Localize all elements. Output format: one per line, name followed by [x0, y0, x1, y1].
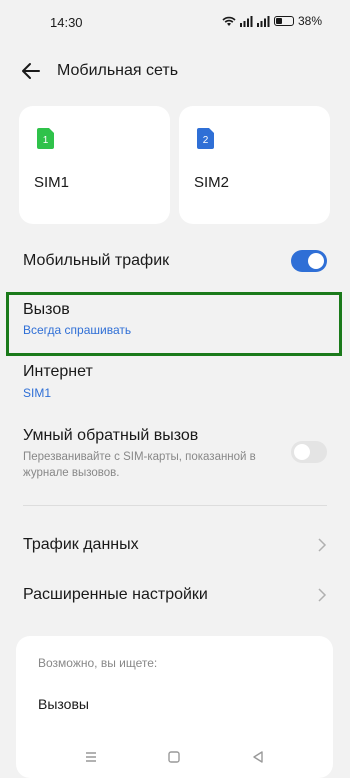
- suggestions-heading: Возможно, вы ищете:: [38, 656, 158, 670]
- chevron-right-icon: [318, 538, 327, 552]
- mobile-traffic-toggle[interactable]: [291, 250, 327, 272]
- toggle-knob: [308, 253, 324, 269]
- back-nav-icon[interactable]: [251, 750, 265, 764]
- call-label[interactable]: Вызов: [23, 301, 70, 319]
- home-nav-icon[interactable]: [167, 750, 181, 764]
- back-arrow-icon[interactable]: [20, 60, 42, 82]
- advanced-settings-label[interactable]: Расширенные настройки: [23, 586, 208, 604]
- smart-callback-toggle[interactable]: [291, 441, 327, 463]
- smart-callback-label: Умный обратный вызов: [23, 427, 199, 444]
- battery-fill: [275, 18, 282, 24]
- call-value: Всегда спрашивать: [23, 323, 132, 337]
- smart-callback-description: Перезванивайте с SIM-карты, показанной в…: [23, 451, 256, 479]
- status-icons: 38%: [222, 14, 322, 28]
- sim1-number: 1: [43, 135, 49, 146]
- chevron-right-icon: [318, 588, 327, 602]
- toggle-knob: [294, 444, 310, 460]
- mobile-traffic-label: Мобильный трафик: [23, 252, 170, 269]
- battery-percent: 38%: [297, 14, 322, 28]
- suggestion-item-calls[interactable]: Вызовы: [38, 696, 89, 712]
- menu-nav-icon[interactable]: [84, 750, 98, 764]
- signal-icon: [239, 15, 253, 27]
- battery-icon: [273, 16, 294, 26]
- status-time: 14:30: [50, 15, 83, 30]
- divider: [23, 505, 327, 506]
- sim1-card[interactable]: 1 SIM1: [19, 106, 170, 224]
- sim2-card[interactable]: 2 SIM2: [179, 106, 330, 224]
- internet-value: SIM1: [23, 386, 52, 400]
- wifi-icon: [222, 16, 236, 26]
- data-traffic-label[interactable]: Трафик данных: [23, 536, 139, 554]
- sim2-label: SIM2: [194, 174, 230, 191]
- sim-card-icon: 2: [197, 128, 214, 149]
- sim2-number: 2: [203, 135, 209, 146]
- page-title: Мобильная сеть: [57, 62, 179, 79]
- signal-icon-2: [256, 15, 270, 27]
- internet-label[interactable]: Интернет: [23, 363, 93, 381]
- sim1-label: SIM1: [34, 174, 70, 191]
- sim-card-icon: 1: [37, 128, 54, 149]
